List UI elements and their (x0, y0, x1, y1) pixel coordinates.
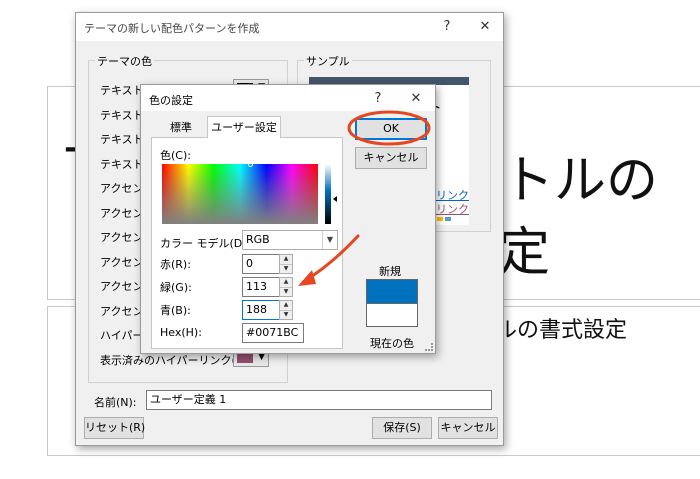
help-icon[interactable]: ? (367, 89, 389, 109)
color-dialog: 色の設定 ? ✕ 標準 ユーザー設定 色(C): カラー モデル(D): RGB… (140, 84, 436, 354)
dialog-title: テーマの新しい配色パターンを作成 (84, 22, 260, 35)
new-color-label: 新規 (379, 265, 401, 278)
slide-subtitle-text: ルの書式設定 (495, 318, 628, 343)
resize-grip-icon[interactable] (425, 343, 433, 351)
spectrum-crosshair-icon (248, 162, 253, 167)
current-color-swatch (366, 303, 418, 327)
red-label: 赤(R): (160, 258, 191, 271)
red-stepper[interactable]: ▲ ▼ (279, 254, 293, 274)
color-dialog-titlebar: 色の設定 ? ✕ (141, 85, 435, 111)
name-label: 名前(N): (94, 396, 137, 409)
tab-standard[interactable]: 標準 (155, 117, 207, 139)
green-label: 緑(G): (160, 281, 192, 294)
color-dialog-title: 色の設定 (149, 94, 193, 107)
cancel-button[interactable]: キャンセル (438, 417, 498, 439)
red-input[interactable]: 0 (242, 254, 280, 274)
color-label: 色(C): (160, 149, 191, 162)
blue-input[interactable]: 188 (242, 300, 280, 320)
green-stepper[interactable]: ▲ ▼ (279, 277, 293, 297)
name-input[interactable]: ユーザー定義 1 (146, 390, 492, 410)
close-icon[interactable]: ✕ (474, 17, 496, 37)
hex-label: Hex(H): (160, 326, 202, 339)
blue-label: 青(B): (160, 304, 191, 317)
slide-title-text-line2: 定 (498, 223, 551, 283)
current-color-label: 現在の色 (370, 337, 414, 350)
sample-group-label: サンプル (304, 53, 352, 69)
dialog-titlebar: テーマの新しい配色パターンを作成 ? ✕ (76, 13, 503, 41)
luminance-slider[interactable] (325, 164, 331, 224)
luminance-arrow-icon[interactable] (333, 196, 337, 202)
custom-color-panel: 色(C): カラー モデル(D): RGB ▼ 赤(R): 0 ▲ ▼ 緑(G):… (151, 137, 343, 349)
ok-button[interactable]: OK (355, 118, 427, 140)
save-button[interactable]: 保存(S) (372, 417, 432, 439)
hex-input[interactable]: #0071BC (242, 323, 304, 343)
reset-button[interactable]: リセット(R) (84, 417, 145, 439)
color-spectrum[interactable] (162, 162, 318, 224)
green-input[interactable]: 113 (242, 277, 280, 297)
color-swatch (237, 352, 253, 363)
help-icon[interactable]: ? (436, 17, 458, 37)
close-icon[interactable]: ✕ (405, 89, 427, 109)
theme-colors-group-label: テーマの色 (95, 53, 154, 69)
color-model-label: カラー モデル(D): (160, 237, 251, 250)
tab-custom[interactable]: ユーザー設定 (207, 116, 281, 138)
new-color-swatch (366, 279, 418, 303)
chevron-down-icon[interactable]: ▼ (322, 231, 337, 249)
blue-stepper[interactable]: ▲ ▼ (279, 300, 293, 320)
slide-title-text: トルの (502, 151, 659, 211)
cancel-button[interactable]: キャンセル (355, 147, 427, 169)
